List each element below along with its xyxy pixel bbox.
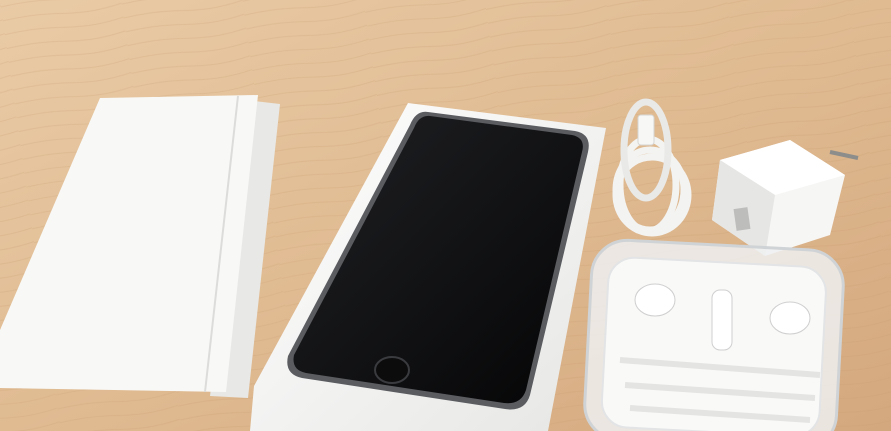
earphones-case bbox=[583, 238, 845, 431]
left-earbud bbox=[634, 283, 676, 317]
right-earbud bbox=[769, 301, 811, 335]
cable-connector bbox=[637, 114, 655, 146]
remote-control bbox=[711, 289, 733, 351]
photo-canvas bbox=[0, 0, 891, 431]
photo-scene bbox=[0, 0, 891, 431]
home-button bbox=[374, 356, 410, 384]
